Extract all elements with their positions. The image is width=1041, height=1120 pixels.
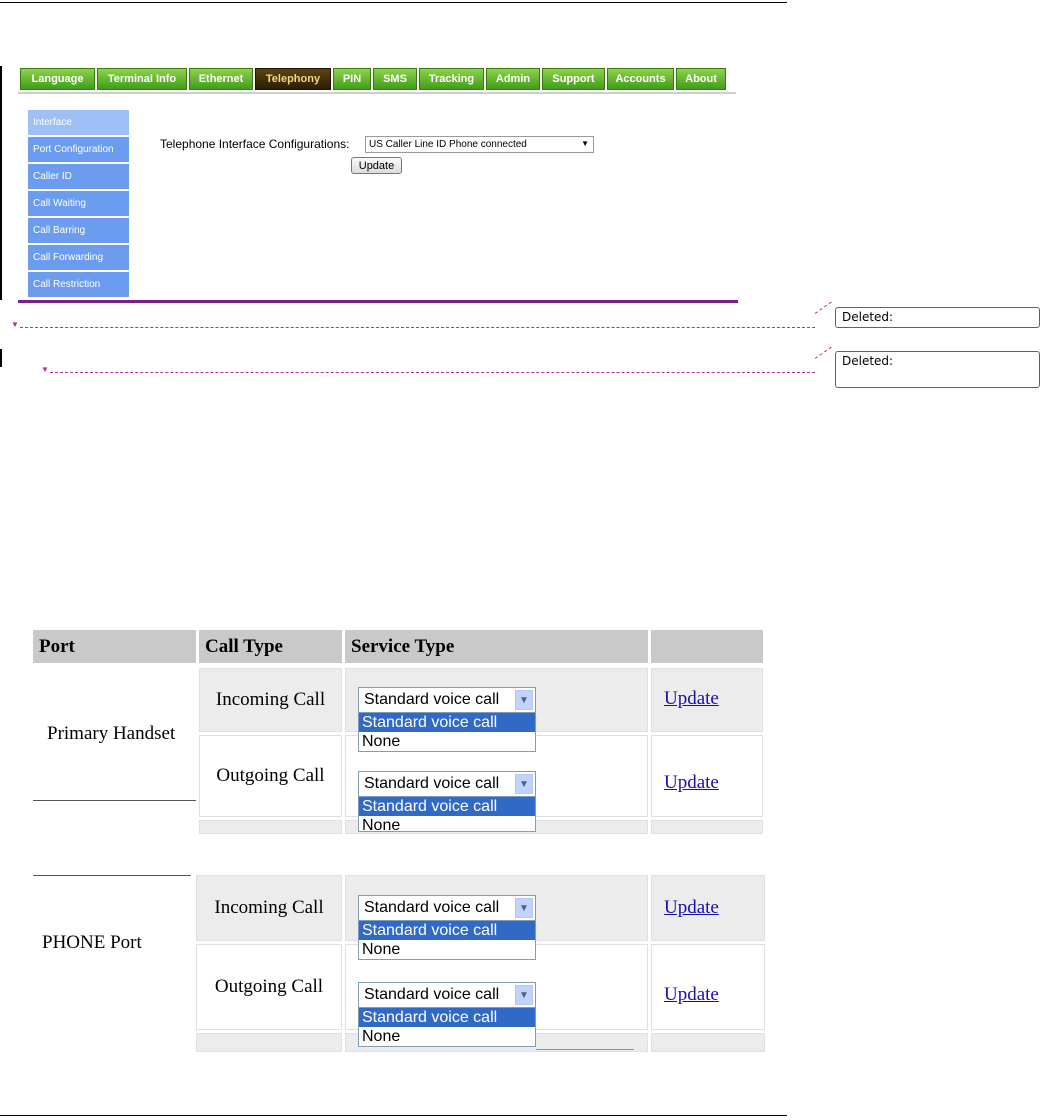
tab-terminal-info[interactable]: Terminal Info (97, 68, 187, 90)
update-link[interactable]: Update (664, 688, 719, 710)
page-top-rule (0, 2, 787, 3)
sidebar-item-call-barring[interactable]: Call Barring (28, 218, 129, 243)
service-type-dropdown[interactable]: Standard voice call ▼ Standard voice cal… (358, 687, 536, 752)
tab-about[interactable]: About (676, 68, 726, 90)
service-type-dropdown[interactable]: Standard voice call ▼ Standard voice cal… (358, 771, 536, 832)
header-call-type: Call Type (199, 630, 342, 663)
interface-config-value: US Caller Line ID Phone connected (369, 139, 527, 150)
tab-admin[interactable]: Admin (486, 68, 540, 90)
dropdown-arrow-icon: ▼ (581, 139, 589, 148)
sidebar-item-call-restriction[interactable]: Call Restriction (28, 272, 129, 297)
call-type: Incoming Call (214, 897, 324, 918)
sidebar-item-call-waiting[interactable]: Call Waiting (28, 191, 129, 216)
comment-anchor-icon: ▼ (11, 320, 19, 329)
call-type-cell: Incoming Call (199, 668, 342, 732)
header-port: Port (33, 630, 196, 663)
comment-balloon[interactable]: Deleted: (835, 351, 1040, 388)
interface-config-select[interactable]: US Caller Line ID Phone connected ▼ (365, 136, 594, 153)
service-type-select[interactable]: Standard voice call ▼ (358, 771, 536, 797)
service-type-options: Standard voice call None (358, 1008, 536, 1047)
header-action (651, 630, 763, 663)
chevron-down-icon[interactable]: ▼ (515, 898, 533, 918)
call-type-cell (199, 820, 342, 834)
nav-divider (18, 92, 736, 94)
option-standard-voice-call[interactable]: Standard voice call (359, 797, 535, 816)
call-type-cell: Incoming Call (196, 875, 342, 941)
service-type-value: Standard voice call (364, 691, 500, 708)
option-standard-voice-call[interactable]: Standard voice call (359, 921, 535, 940)
comment-label: Deleted: (842, 354, 894, 368)
chevron-down-icon[interactable]: ▼ (515, 690, 533, 710)
option-standard-voice-call[interactable]: Standard voice call (359, 713, 535, 732)
sidebar-item-port-configuration[interactable]: Port Configuration (28, 137, 129, 162)
service-type-select[interactable]: Standard voice call ▼ (358, 982, 536, 1008)
service-type-dropdown[interactable]: Standard voice call ▼ Standard voice cal… (358, 982, 536, 1047)
update-link[interactable]: Update (664, 984, 719, 1006)
action-cell (651, 820, 763, 834)
comment-balloon[interactable]: Deleted: (835, 307, 1040, 328)
row-divider (33, 875, 191, 876)
tab-tracking[interactable]: Tracking (419, 68, 484, 90)
update-link[interactable]: Update (664, 897, 719, 919)
sidebar-item-call-forwarding[interactable]: Call Forwarding (28, 245, 129, 270)
option-none[interactable]: None (359, 1027, 535, 1046)
port-name: PHONE Port (42, 932, 142, 953)
header-service-type: Service Type (345, 630, 648, 663)
sidebar-item-caller-id[interactable]: Caller ID (28, 164, 129, 189)
comment-label: Deleted: (842, 310, 894, 324)
service-type-select[interactable]: Standard voice call ▼ (358, 687, 536, 713)
section-divider (18, 300, 738, 303)
comment-connector (814, 301, 832, 314)
update-button[interactable]: Update (351, 157, 402, 174)
service-type-value: Standard voice call (364, 986, 500, 1003)
call-type-cell: Outgoing Call (196, 944, 342, 1030)
service-type-options: Standard voice call None (358, 713, 536, 752)
tab-ethernet[interactable]: Ethernet (189, 68, 253, 90)
chevron-down-icon[interactable]: ▼ (515, 985, 533, 1005)
interface-config-label: Telephone Interface Configurations: (160, 137, 350, 151)
sidebar-item-interface[interactable]: Interface (28, 110, 129, 135)
call-type: Outgoing Call (214, 976, 324, 997)
tab-support[interactable]: Support (542, 68, 605, 90)
tab-accounts[interactable]: Accounts (607, 68, 674, 90)
service-table-phone-port: PHONE Port Incoming Call Update Outgoing… (33, 875, 765, 1052)
service-table-primary: Port Call Type Service Type Primary Hand… (33, 630, 763, 834)
option-none[interactable]: None (359, 732, 535, 751)
call-type: Incoming Call (215, 689, 326, 710)
tab-pin[interactable]: PIN (333, 68, 371, 90)
option-standard-voice-call[interactable]: Standard voice call (359, 1008, 535, 1027)
service-type-select[interactable]: Standard voice call ▼ (358, 895, 536, 921)
service-type-options: Standard voice call None (358, 921, 536, 960)
call-type-cell (196, 1033, 342, 1052)
top-nav: Language Terminal Info Ethernet Telephon… (20, 68, 726, 92)
call-type: Outgoing Call (216, 765, 325, 786)
service-type-dropdown[interactable]: Standard voice call ▼ Standard voice cal… (358, 895, 536, 960)
service-type-value: Standard voice call (364, 775, 500, 792)
comment-connector (20, 327, 815, 328)
service-type-value: Standard voice call (364, 899, 500, 916)
tab-sms[interactable]: SMS (373, 68, 417, 90)
service-type-options: Standard voice call None (358, 797, 536, 832)
dropdown-edge (536, 1049, 634, 1050)
change-bar (0, 66, 2, 300)
call-type-cell: Outgoing Call (199, 735, 342, 817)
page-bottom-rule (0, 1115, 787, 1116)
chevron-down-icon[interactable]: ▼ (515, 774, 533, 794)
row-divider (33, 800, 196, 801)
tab-language[interactable]: Language (20, 68, 95, 90)
port-name: Primary Handset (47, 723, 176, 744)
comment-anchor-icon: ▼ (41, 365, 49, 374)
option-none[interactable]: None (359, 940, 535, 959)
sidebar: Interface Port Configuration Caller ID C… (28, 110, 129, 299)
change-bar (0, 349, 2, 367)
comment-connector (50, 372, 815, 373)
update-link[interactable]: Update (664, 772, 719, 794)
comment-connector (814, 346, 832, 359)
option-none[interactable]: None (359, 816, 535, 832)
tab-telephony[interactable]: Telephony (255, 68, 331, 90)
action-cell (651, 1033, 765, 1052)
